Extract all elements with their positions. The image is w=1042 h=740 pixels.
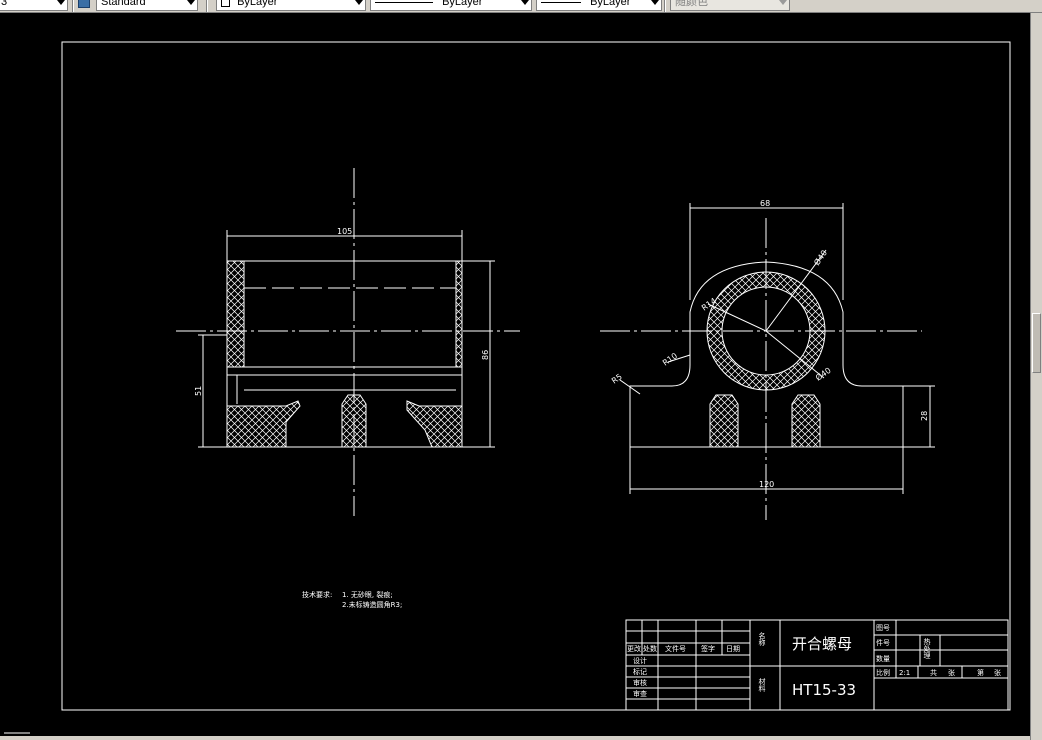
layer-combo[interactable]: 3 [0,0,68,11]
tb-scale-value: 2:1 [899,669,910,677]
dim-r10: R10 [661,351,679,367]
linetype-combo[interactable]: ByLayer [370,0,532,11]
tb-heat-treat: 热处理 [923,637,931,659]
side-view [600,203,935,520]
chevron-down-icon [779,0,787,5]
tb-drawing-no-label: 图号 [876,624,890,632]
cad-drawing: 105 86 51 68 120 28 Ø40 Ø40 R14 R10 R5 技… [4,41,1011,734]
tb-sheet-no-label: 第 [977,668,984,677]
lineweight-sample-icon [541,1,581,3]
tb-role-check: 审核 [633,678,647,687]
linetype-combo-value: ByLayer [442,0,483,8]
tb-rev-header-2: 处数 [643,644,657,653]
dim-51: 51 [194,386,203,396]
dim-86: 86 [481,350,490,360]
properties-toolbar: 3 Standard ByLayer ByLayer ByLayer 随颜色 [0,0,1042,13]
tb-material-value: HT15-33 [792,681,856,699]
layer-combo-value: 3 [1,0,8,8]
chevron-down-icon[interactable] [57,0,65,5]
lineweight-combo-value: ByLayer [590,0,631,8]
dim-r5: R5 [610,372,624,385]
color-combo-value: ByLayer [237,0,278,8]
notes-heading: 技术要求: [302,590,332,599]
tb-part-name: 开合螺母 [792,635,852,653]
dim-28: 28 [920,411,929,421]
tb-rev-header-5: 日期 [726,645,740,653]
front-view [176,168,520,516]
linetype-sample-icon [375,1,433,3]
dim-68: 68 [760,199,770,208]
tb-sheet-unit: 张 [948,668,955,677]
tb-sheet-total-label: 共 [930,668,937,677]
tb-rev-header-4: 签字 [701,644,715,653]
color-combo[interactable]: ByLayer [216,0,366,11]
text-style-icon[interactable] [78,0,90,8]
tb-role-mark: 标记 [633,667,647,676]
plotstyle-combo: 随颜色 [670,0,790,11]
toolbar-separator [664,0,666,12]
color-swatch-icon [221,0,230,7]
tb-sheet-unit-2: 张 [994,668,1001,677]
text-style-value: Standard [101,0,146,8]
lineweight-combo[interactable]: ByLayer [536,0,662,11]
tb-rev-header-3: 文件号 [665,644,686,653]
chevron-down-icon[interactable] [187,0,195,5]
chevron-down-icon[interactable] [355,0,363,5]
text-style-combo[interactable]: Standard [96,0,198,11]
tb-role-design: 设计 [633,656,647,665]
tb-role-review: 审查 [633,689,647,698]
drawing-canvas[interactable]: 105 86 51 68 120 28 Ø40 Ø40 R14 R10 R5 技… [0,13,1030,736]
horizontal-scrollbar[interactable] [0,736,1030,740]
tb-quantity-label: 数量 [876,654,890,663]
dim-outer-diameter: Ø40 [811,248,829,267]
notes-line-1: 1. 无砂眼, 裂痕; [342,590,393,599]
tb-name-label: 名称 [758,631,766,647]
toolbar-separator [206,0,208,12]
chevron-down-icon[interactable] [651,0,659,5]
vertical-scrollbar[interactable] [1030,13,1042,740]
dim-105: 105 [337,227,352,236]
toolbar-separator [72,0,74,12]
tb-part-no-label: 件号 [876,638,890,647]
tb-rev-header-1: 更改 [627,644,641,653]
dim-inner-diameter: Ø40 [813,365,832,383]
tb-material-label: 材料 [758,677,766,693]
chevron-down-icon[interactable] [521,0,529,5]
notes-line-2: 2.未标铸造圆角R3; [342,600,402,609]
scrollbar-thumb[interactable] [1032,313,1041,373]
plotstyle-combo-value: 随颜色 [675,0,708,8]
dim-120: 120 [759,480,774,489]
tb-scale-label: 比例 [876,668,890,677]
sheet-border [61,41,1011,711]
